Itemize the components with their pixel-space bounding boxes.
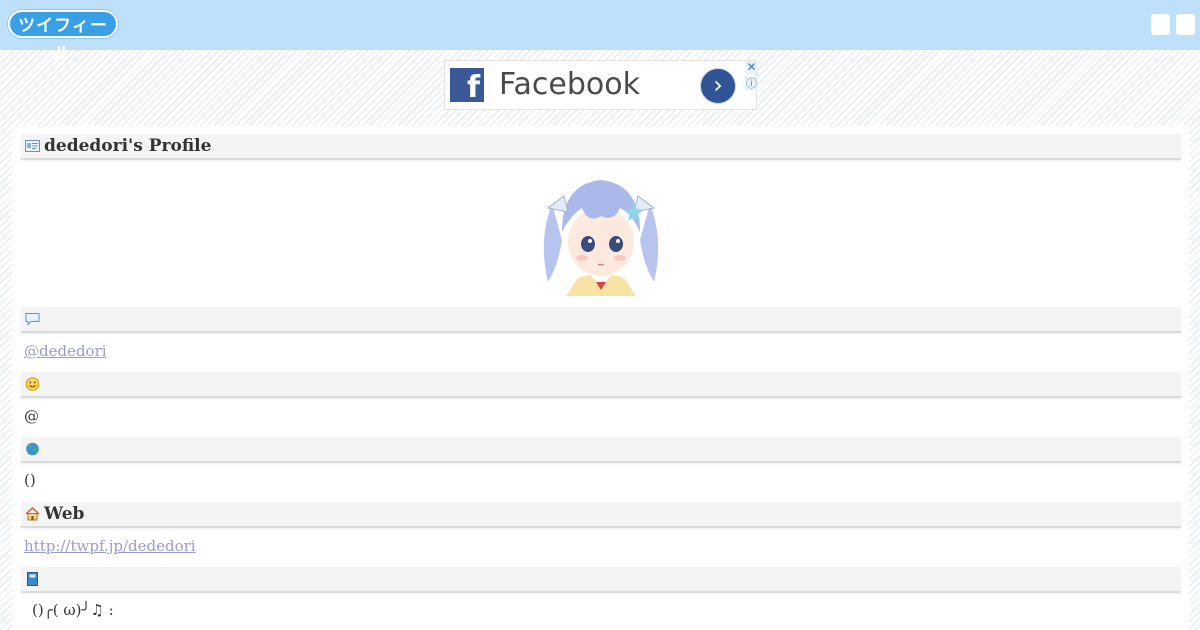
site-logo[interactable]: ツイフィール [8,10,118,64]
facebook-ad-banner[interactable]: f Facebook › ✕ ⓘ [444,60,758,110]
ad-title: Facebook [499,67,640,102]
speech-bubble-icon [25,313,40,326]
bio-value: ()╭( ω)╯♫ : [32,601,114,619]
profile-header: dededori's Profile [21,134,1181,160]
location-value: () [24,471,36,489]
profile-title: dededori's Profile [44,136,212,156]
menu-button[interactable] [1151,14,1170,35]
location-section-header [21,437,1181,463]
top-bar: ツイフィール [0,0,1200,64]
name-value: @ [24,407,39,425]
ad-close-icon[interactable]: ✕ [745,61,758,74]
username-link[interactable]: @dededori [24,342,107,360]
facebook-logo-icon: f [450,68,484,102]
house-icon [25,507,40,521]
id-card-icon [25,140,40,152]
bio-section-header [21,567,1181,593]
ad-info-icon[interactable]: ⓘ [745,77,758,90]
web-link[interactable]: http://twpf.jp/dededori [24,537,196,555]
profile-card: dededori's Profile @dededori @ () Web ht… [12,126,1189,630]
name-section-header [21,372,1181,398]
book-icon [27,572,38,586]
ad-arrow-button[interactable]: › [700,68,736,104]
username-section-header [21,307,1181,333]
globe-icon [26,442,39,456]
avatar [538,170,664,296]
anime-avatar-image [538,170,664,296]
web-value: http://twpf.jp/dededori [24,536,196,556]
username-value: @dededori [24,341,107,361]
account-button[interactable] [1176,14,1195,35]
web-section-title: Web [44,504,85,524]
web-section-header: Web [21,502,1181,528]
smiley-face-icon [25,377,40,391]
